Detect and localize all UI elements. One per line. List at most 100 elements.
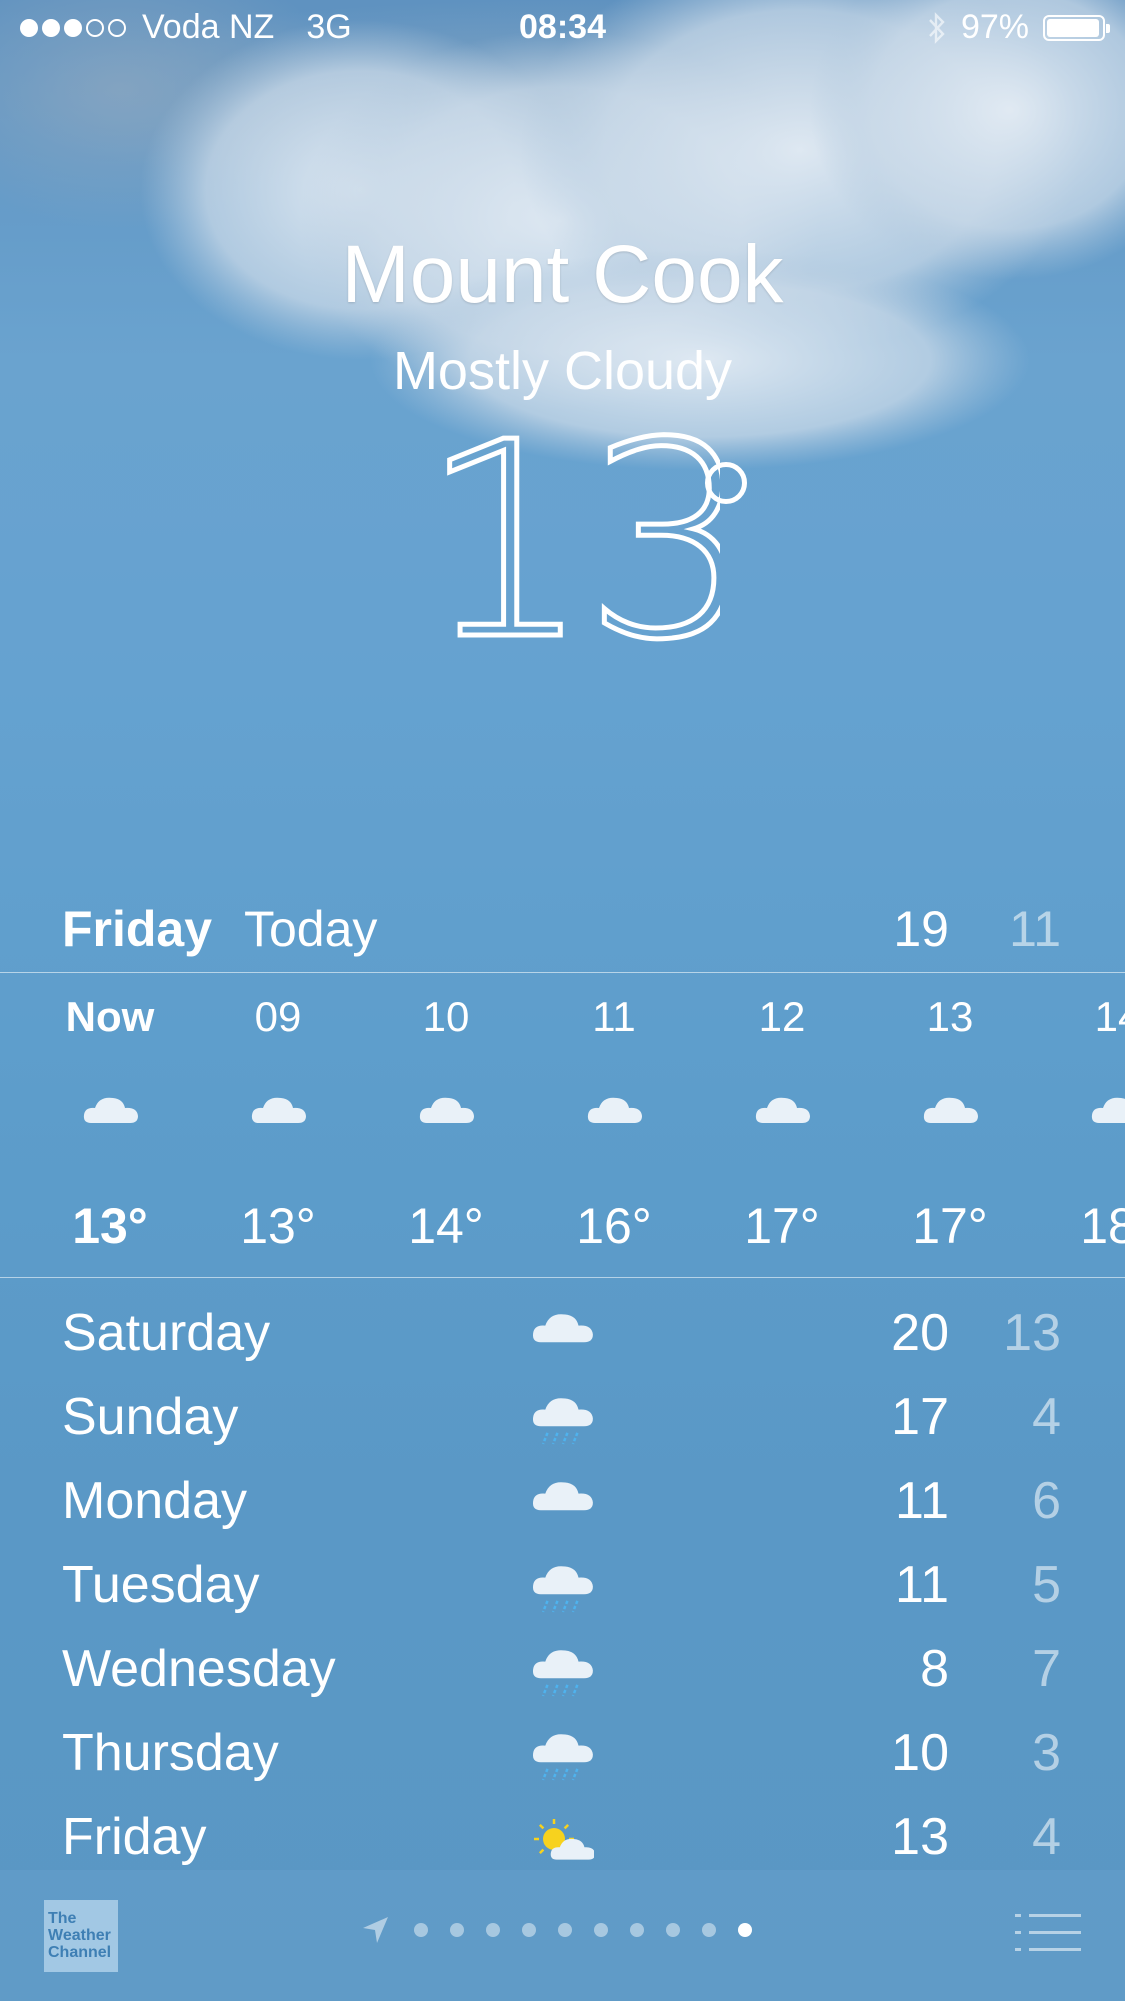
daily-icon xyxy=(532,1477,594,1537)
rain-cloud-icon xyxy=(532,1566,593,1613)
daily-icon xyxy=(532,1645,594,1705)
current-temperature-digits: 13 xyxy=(418,382,759,702)
daily-day-name: Thursday xyxy=(62,1724,279,1782)
hourly-time: 14 xyxy=(1094,993,1125,1040)
daily-row: Wednesday 8 7 xyxy=(0,1639,1125,1719)
daily-high: 13 xyxy=(891,1808,949,1866)
rain-cloud-icon xyxy=(532,1734,593,1781)
daily-low: 7 xyxy=(1032,1640,1061,1698)
daily-row: Sunday 17 4 xyxy=(0,1387,1125,1467)
today-high: 19 xyxy=(893,901,949,957)
hourly-forecast[interactable]: Now 13° 09 13° 10 14° 11 16° 12 17° 13 17° 14 18° xyxy=(0,975,1125,1275)
battery-percent: 97% xyxy=(960,8,1029,46)
weather-channel-logo[interactable]: The Weather Channel xyxy=(44,1900,118,1972)
daily-high: 10 xyxy=(891,1724,949,1782)
daily-icon xyxy=(532,1393,594,1453)
daily-day-name: Tuesday xyxy=(62,1556,260,1614)
bluetooth-icon xyxy=(929,11,945,44)
daily-high: 11 xyxy=(895,1556,949,1614)
partly-sunny-icon xyxy=(534,1819,596,1860)
cloud-icon xyxy=(419,1097,474,1123)
battery-icon xyxy=(1043,14,1110,41)
hourly-icon xyxy=(1091,1093,1125,1129)
daily-icon xyxy=(532,1561,594,1621)
today-summary: Friday Today 19 11 xyxy=(0,900,1125,972)
rain-cloud-icon xyxy=(532,1650,593,1697)
daily-high: 11 xyxy=(895,1472,949,1530)
page-dot[interactable] xyxy=(666,1923,680,1937)
daily-high: 17 xyxy=(891,1388,949,1446)
daily-row: Monday 11 6 xyxy=(0,1471,1125,1551)
page-dot[interactable] xyxy=(594,1923,608,1937)
hourly-icon xyxy=(419,1093,475,1129)
cloud-icon xyxy=(587,1097,642,1123)
daily-low: 3 xyxy=(1032,1724,1061,1782)
daily-row: Tuesday 11 5 xyxy=(0,1555,1125,1635)
daily-icon xyxy=(532,1729,594,1789)
hourly-time: Now xyxy=(65,993,155,1040)
today-label: Today xyxy=(244,901,378,957)
daily-day-name: Sunday xyxy=(62,1388,239,1446)
cloud-icon xyxy=(923,1097,978,1123)
city-list-icon[interactable] xyxy=(1015,1912,1081,1954)
page-dot[interactable] xyxy=(630,1923,644,1937)
today-day-name: Friday xyxy=(62,901,213,957)
daily-row: Saturday 20 13 xyxy=(0,1303,1125,1383)
hourly-temp: 18° xyxy=(1080,1198,1125,1254)
hourly-temp: 16° xyxy=(576,1198,652,1254)
daily-high: 8 xyxy=(920,1640,949,1698)
hourly-time: 12 xyxy=(758,993,806,1040)
city-name: Mount Cook xyxy=(341,229,784,320)
hourly-temp: 17° xyxy=(744,1198,820,1254)
daily-low: 6 xyxy=(1032,1472,1061,1530)
page-indicator[interactable] xyxy=(360,1914,752,1946)
current-temperature: 13 xyxy=(418,382,759,723)
daily-day-name: Saturday xyxy=(62,1304,271,1362)
hourly-temp: 13° xyxy=(72,1198,148,1254)
cloud-icon xyxy=(532,1314,593,1343)
cloud-icon xyxy=(532,1482,593,1511)
hourly-temp: 13° xyxy=(240,1198,316,1254)
cloud-icon xyxy=(251,1097,306,1123)
cloud-icon xyxy=(755,1097,810,1123)
page-dot[interactable] xyxy=(738,1923,752,1937)
page-dot[interactable] xyxy=(522,1923,536,1937)
daily-icon xyxy=(532,1813,596,1873)
hourly-time: 10 xyxy=(422,993,470,1040)
daily-day-name: Monday xyxy=(62,1472,247,1530)
page-dot[interactable] xyxy=(486,1923,500,1937)
hourly-time: 13 xyxy=(926,993,974,1040)
divider xyxy=(0,972,1125,973)
daily-low: 5 xyxy=(1032,1556,1061,1614)
hourly-temp: 17° xyxy=(912,1198,988,1254)
hourly-temp: 14° xyxy=(408,1198,484,1254)
today-low: 11 xyxy=(1009,901,1061,957)
hourly-time: 11 xyxy=(592,993,636,1040)
daily-day-name: Wednesday xyxy=(62,1640,336,1698)
rain-cloud-icon xyxy=(532,1398,593,1445)
daily-day-name: Friday xyxy=(62,1808,207,1866)
page-dot[interactable] xyxy=(450,1923,464,1937)
degree-symbol xyxy=(705,462,747,504)
hourly-icon xyxy=(755,1093,811,1129)
cloud-icon xyxy=(83,1097,138,1123)
status-bar-right: 97% xyxy=(927,8,1110,47)
hourly-icon xyxy=(923,1093,979,1129)
daily-icon xyxy=(532,1309,594,1369)
battery-fill xyxy=(1047,18,1100,37)
daily-row: Thursday 10 3 xyxy=(0,1723,1125,1803)
location-arrow-icon xyxy=(363,1917,388,1943)
current-temperature-value: 13 xyxy=(420,420,720,680)
daily-low: 13 xyxy=(1003,1304,1061,1362)
page-dot[interactable] xyxy=(414,1923,428,1937)
page-dot[interactable] xyxy=(558,1923,572,1937)
hourly-icon xyxy=(83,1093,139,1129)
hourly-icon xyxy=(251,1093,307,1129)
daily-high: 20 xyxy=(891,1304,949,1362)
daily-low: 4 xyxy=(1032,1808,1061,1866)
daily-low: 4 xyxy=(1032,1388,1061,1446)
bottom-toolbar: The Weather Channel xyxy=(0,1870,1125,2001)
page-dot[interactable] xyxy=(702,1923,716,1937)
divider xyxy=(0,1277,1125,1278)
hourly-icon xyxy=(587,1093,643,1129)
